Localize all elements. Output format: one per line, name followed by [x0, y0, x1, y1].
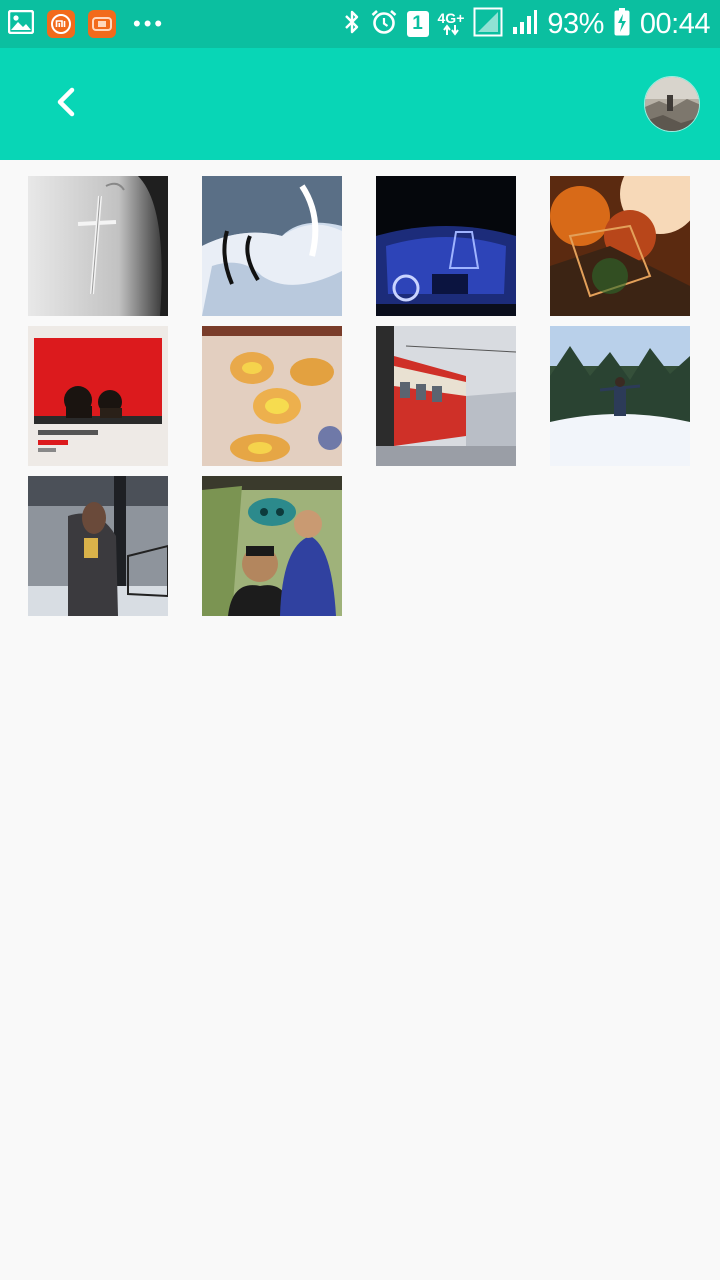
photo-thumbnail[interactable] — [376, 176, 516, 316]
photo-thumbnail[interactable] — [28, 326, 168, 466]
photo-thumbnail[interactable] — [28, 176, 168, 316]
photo-thumbnail[interactable] — [376, 326, 516, 466]
photo-thumbnail[interactable] — [202, 476, 342, 616]
photo-thumbnail[interactable] — [202, 176, 342, 316]
photo-thumbnail[interactable] — [550, 326, 690, 466]
photo-grid — [0, 0, 720, 1280]
photo-thumbnail[interactable] — [28, 476, 168, 616]
photo-thumbnail[interactable] — [550, 176, 690, 316]
photo-thumbnail[interactable] — [202, 326, 342, 466]
